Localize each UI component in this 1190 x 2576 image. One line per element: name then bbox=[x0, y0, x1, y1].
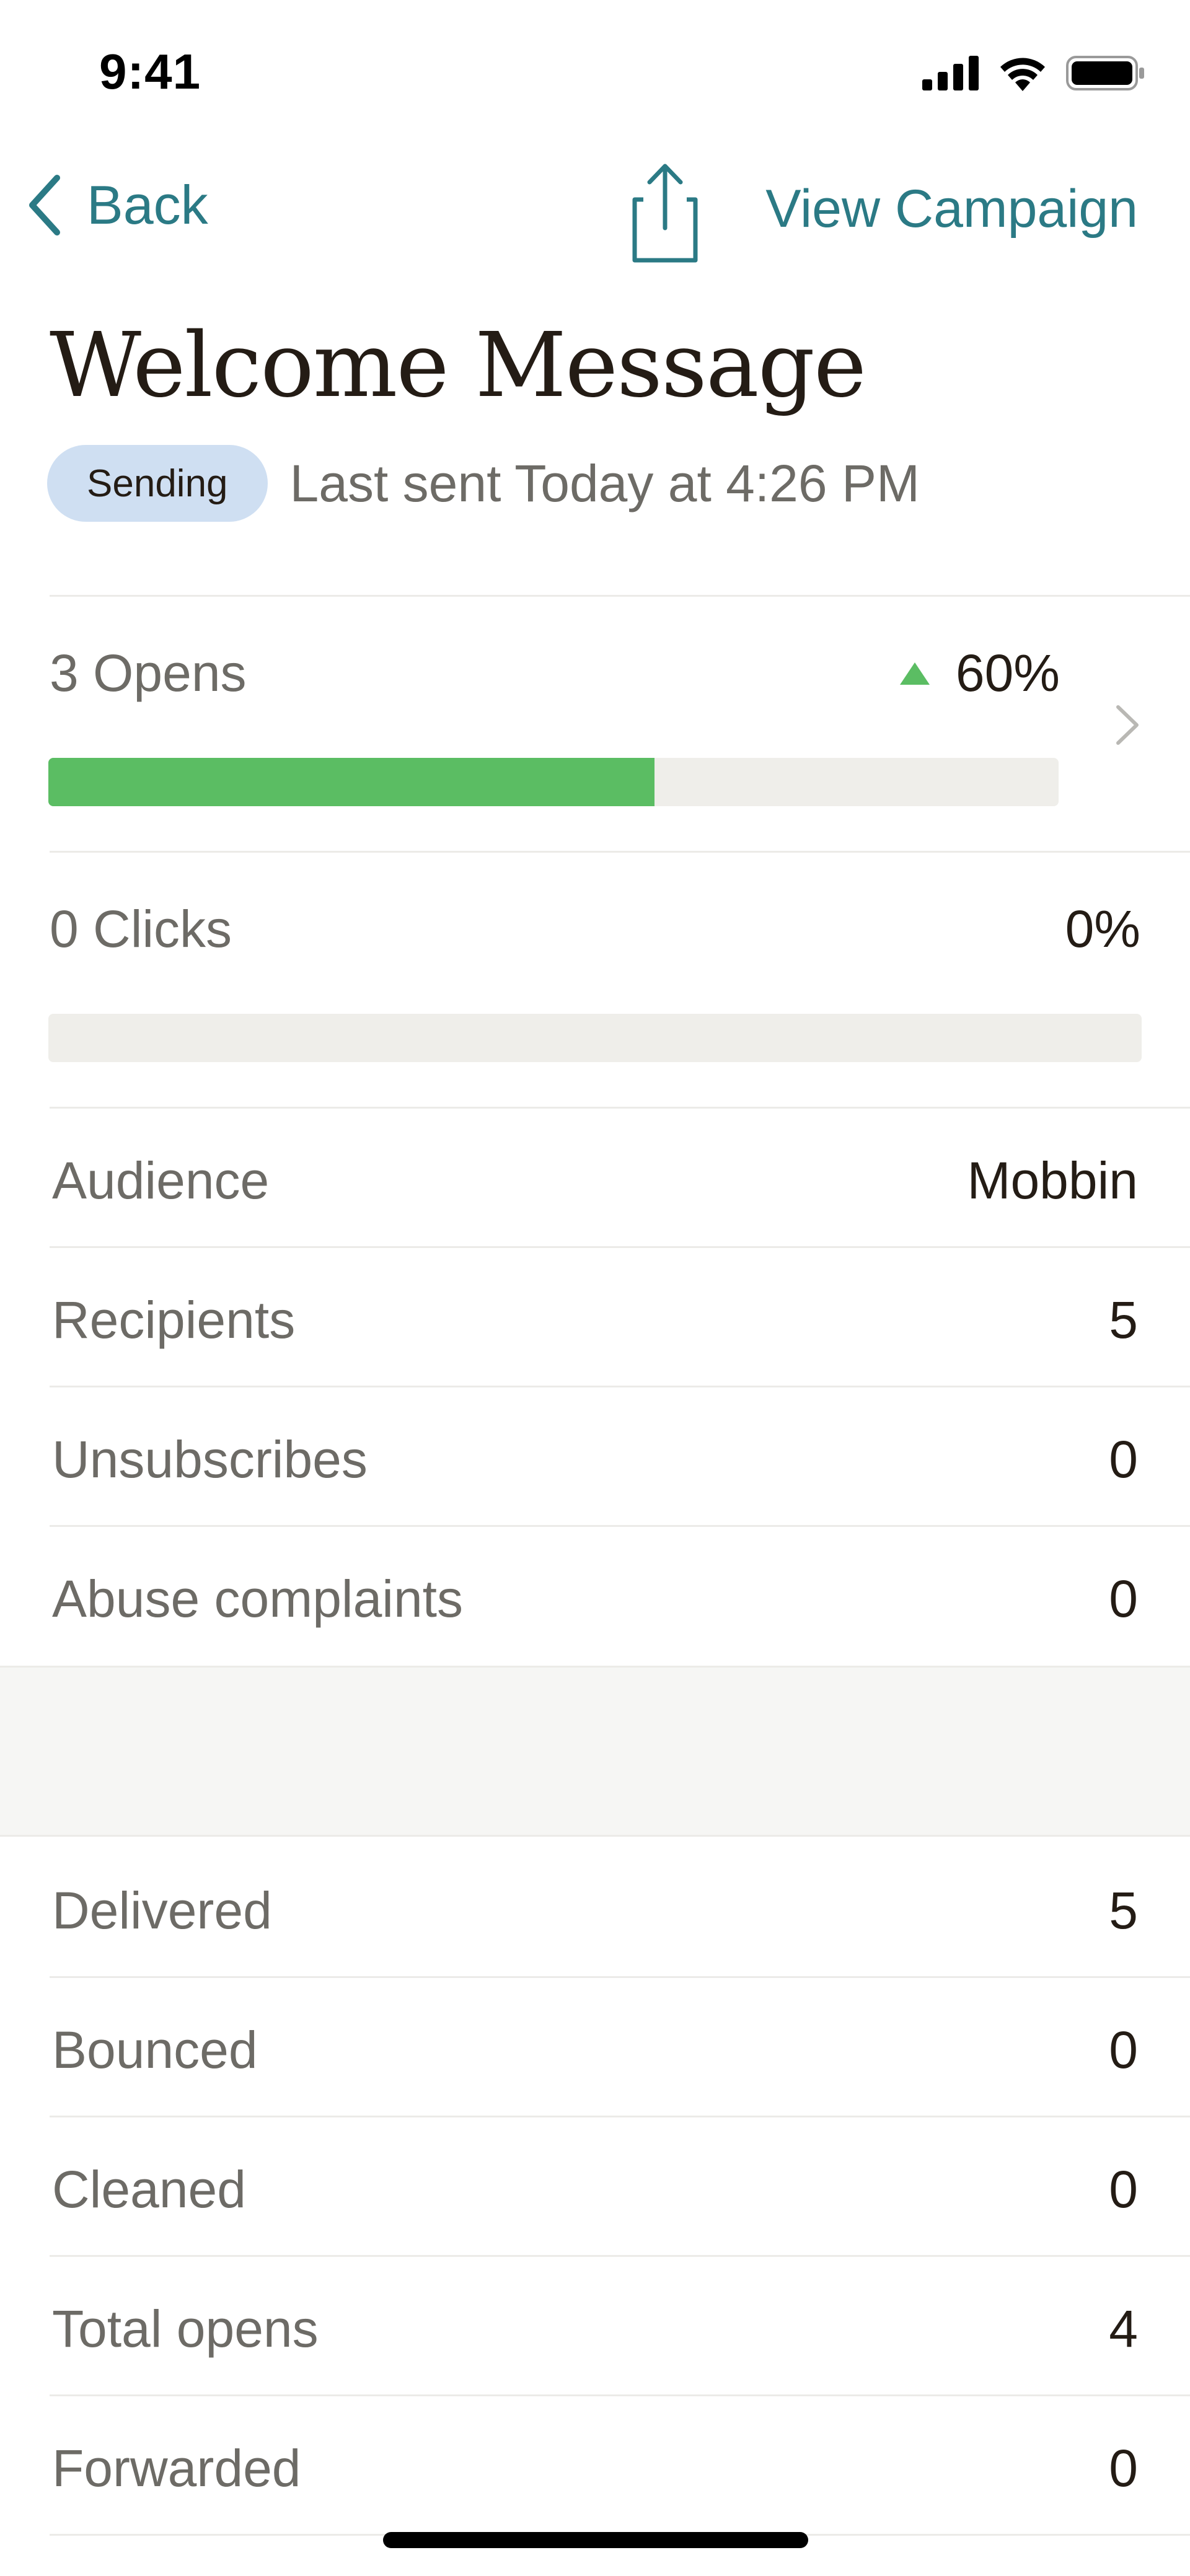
status-badge: Sending bbox=[47, 445, 268, 522]
stat-label: Total opens bbox=[52, 2300, 319, 2358]
stat-value: 5 bbox=[1109, 1881, 1138, 1940]
battery-icon bbox=[1066, 56, 1144, 90]
clicks-label: 0 Clicks bbox=[50, 900, 232, 958]
stat-value: 0 bbox=[1109, 2021, 1138, 2079]
stat-value: 0 bbox=[1109, 1430, 1138, 1488]
home-indicator[interactable] bbox=[383, 2532, 808, 2548]
section-separator bbox=[0, 1666, 1190, 1837]
stat-row-recipients: Recipients 5 bbox=[0, 1248, 1190, 1387]
status-icons bbox=[922, 55, 1145, 92]
stat-value: 0 bbox=[1109, 1570, 1138, 1628]
stat-value: 0 bbox=[1109, 2439, 1138, 2497]
status-bar: 9:41 bbox=[0, 0, 1190, 143]
stat-row-unsubscribes: Unsubscribes 0 bbox=[0, 1387, 1190, 1527]
page-title: Welcome Message bbox=[50, 313, 866, 417]
status-time: 9:41 bbox=[99, 44, 201, 99]
stat-value: 4 bbox=[1109, 2300, 1138, 2358]
last-sent-text: Last sent Today at 4:26 PM bbox=[289, 454, 920, 512]
clicks-percent: 0% bbox=[1065, 900, 1140, 958]
stat-label: Unsubscribes bbox=[52, 1430, 368, 1488]
stat-label: Recipients bbox=[52, 1291, 296, 1349]
share-icon bbox=[632, 164, 698, 263]
stat-row-bounced: Bounced 0 bbox=[0, 1978, 1190, 2117]
cellular-signal-icon bbox=[922, 56, 979, 90]
stat-label: Bounced bbox=[52, 2021, 258, 2079]
stat-row-delivered: Delivered 5 bbox=[0, 1839, 1190, 1978]
opens-progress-fill bbox=[48, 758, 654, 806]
view-campaign-button[interactable]: View Campaign bbox=[765, 178, 1138, 240]
stat-value: Mobbin bbox=[967, 1151, 1138, 1210]
share-button[interactable] bbox=[631, 161, 699, 266]
stat-row-forwarded: Forwarded 0 bbox=[0, 2396, 1190, 2536]
stat-row-audience: Audience Mobbin bbox=[0, 1109, 1190, 1248]
stat-label: Audience bbox=[52, 1151, 270, 1210]
clicks-metric: 0 Clicks 0% bbox=[0, 853, 1190, 1107]
opens-label: 3 Opens bbox=[50, 644, 247, 702]
opens-percent-group: 60% bbox=[899, 643, 1060, 703]
back-label: Back bbox=[87, 174, 208, 235]
chevron-right-icon bbox=[1114, 703, 1140, 750]
campaign-status-row: Sending Last sent Today at 4:26 PM bbox=[47, 445, 920, 522]
opens-metric[interactable]: 3 Opens 60% bbox=[0, 597, 1190, 851]
stat-value: 5 bbox=[1109, 1291, 1138, 1349]
stat-label: Delivered bbox=[52, 1881, 272, 1940]
stat-label: Cleaned bbox=[52, 2160, 246, 2218]
stat-label: Abuse complaints bbox=[52, 1570, 464, 1628]
stat-label: Forwarded bbox=[52, 2439, 301, 2497]
back-button[interactable]: Back bbox=[27, 174, 208, 237]
clicks-progress-bar bbox=[48, 1014, 1142, 1062]
opens-percent: 60% bbox=[955, 644, 1060, 702]
wifi-icon bbox=[1000, 58, 1045, 91]
trend-up-icon bbox=[899, 662, 930, 685]
stat-row-cleaned: Cleaned 0 bbox=[0, 2117, 1190, 2257]
stat-value: 0 bbox=[1109, 2160, 1138, 2218]
chevron-left-icon bbox=[29, 175, 60, 235]
opens-progress-bar bbox=[48, 758, 1059, 806]
stat-row-total-opens: Total opens 4 bbox=[0, 2257, 1190, 2396]
navigation-bar: Back View Campaign bbox=[0, 143, 1190, 279]
stat-row-abuse-complaints: Abuse complaints 0 bbox=[0, 1527, 1190, 1666]
